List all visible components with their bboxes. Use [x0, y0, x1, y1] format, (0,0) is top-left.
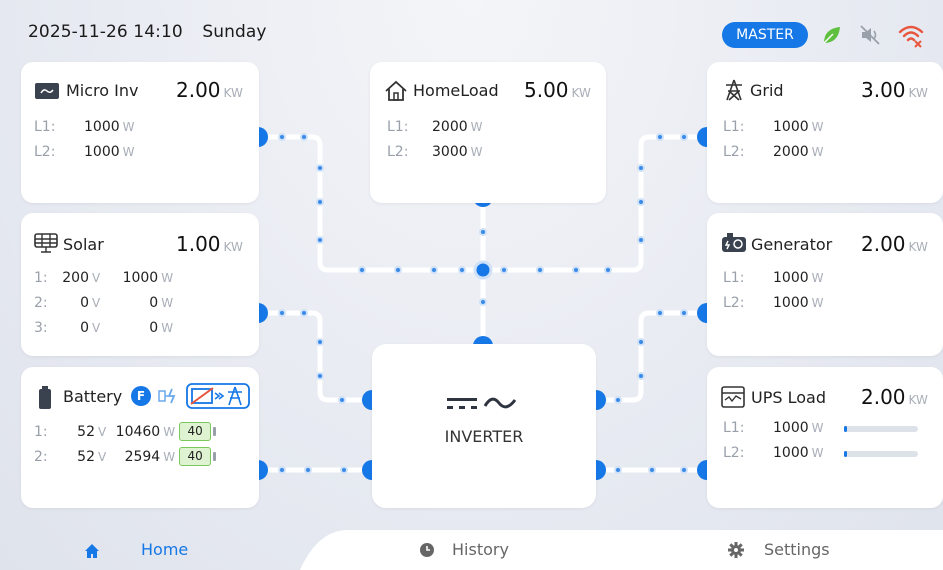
generator-card[interactable]: Generator 2.00 KW L1: 1000 W L2: 1000 W	[707, 213, 943, 356]
battery-row-1: 1: 52 V 10460 W 40	[34, 422, 217, 441]
inverter-dc-ac-icon	[447, 397, 517, 409]
micro-inv-card[interactable]: Micro Inv 2.00 KW L1: 1000 W L2: 1000 W	[21, 62, 259, 203]
ups-load-total: 2.00 KW	[861, 385, 928, 409]
solar-row-1: 1: 200 V 1000 W	[34, 270, 174, 286]
generator-row-l1: L1: 1000 W	[723, 270, 824, 286]
clock-icon[interactable]	[419, 542, 435, 558]
ups-load-row-l2: L2: 1000 W	[723, 445, 824, 461]
grid-row-l2: L2: 2000 W	[723, 144, 824, 160]
grid-tower-icon	[726, 79, 742, 101]
home-nav-icon[interactable]	[84, 543, 100, 559]
battery-soc-1: 40	[179, 422, 217, 441]
inverter-label: INVERTER	[444, 427, 524, 446]
solar-card[interactable]: Solar 1.00 KW 1: 200 V 1000 W 2: 0 V 0 W 3: 0 V 0 W	[21, 213, 259, 356]
gear-icon[interactable]	[728, 542, 744, 558]
wifi-error-icon[interactable]	[898, 22, 924, 48]
mute-icon[interactable]	[858, 22, 884, 48]
micro-inv-row-l1: L1: 1000 W	[34, 119, 135, 135]
battery-title: Battery	[63, 387, 123, 406]
nav-history-label[interactable]: History	[452, 540, 509, 559]
ups-load-row-l1: L1: 1000 W	[723, 420, 824, 436]
battery-soc-2: 40	[179, 447, 217, 466]
grid-title: Grid	[750, 81, 784, 100]
micro-inv-total: 2.00 KW	[176, 78, 243, 102]
ups-load-bar-l1-fill	[844, 426, 847, 432]
micro-inv-title: Micro Inv	[66, 81, 139, 100]
generator-row-l2: L2: 1000 W	[723, 295, 824, 311]
ups-load-title: UPS Load	[751, 388, 826, 407]
micro-inv-row-l2: L2: 1000 W	[34, 144, 135, 160]
status-bar: 2025-11-26 14:10 Sunday MASTER	[0, 0, 943, 60]
solar-title: Solar	[63, 235, 104, 254]
homeload-title: HomeLoad	[413, 81, 499, 100]
bottom-nav: Home History Settings	[0, 528, 943, 570]
ups-load-bar-l1	[844, 426, 918, 432]
homeload-total: 5.00 KW	[524, 78, 591, 102]
ups-load-bar-l2-fill	[844, 451, 847, 457]
battery-f-badge[interactable]: F	[131, 386, 151, 406]
homeload-card[interactable]: HomeLoad 5.00 KW L1: 2000 W L2: 3000 W	[370, 62, 606, 203]
grid-card[interactable]: Grid 3.00 KW L1: 1000 W L2: 2000 W	[707, 62, 943, 203]
battery-icon	[39, 386, 51, 409]
ups-load-bar-l2	[844, 451, 918, 457]
generator-title: Generator	[751, 235, 833, 254]
eco-leaf-icon[interactable]	[818, 22, 844, 48]
inverter-card[interactable]	[372, 344, 596, 508]
ups-load-card[interactable]: UPS Load 2.00 KW L1: 1000 W L2: 1000 W	[707, 367, 943, 508]
solar-row-3: 3: 0 V 0 W	[34, 320, 174, 336]
battery-row-2: 2: 52 V 2594 W 40	[34, 447, 217, 466]
date-time: 2025-11-26 14:10 Sunday	[28, 22, 281, 42]
nav-settings-label[interactable]: Settings	[764, 540, 830, 559]
battery-charge-status-icon[interactable]	[155, 385, 183, 407]
battery-to-grid-icon[interactable]	[186, 383, 250, 409]
weekday-text: Sunday	[202, 22, 267, 42]
generator-total: 2.00 KW	[861, 232, 928, 256]
home-icon	[385, 80, 407, 101]
solar-total: 1.00 KW	[176, 232, 243, 256]
generator-icon	[722, 233, 746, 252]
nav-home-label[interactable]: Home	[141, 540, 188, 559]
grid-total: 3.00 KW	[861, 78, 928, 102]
micro-inverter-icon	[35, 83, 59, 99]
grid-row-l1: L1: 1000 W	[723, 119, 824, 135]
battery-card[interactable]: Battery F 1: 52 V 10460 W 40 2: 52 V 2594 W 40	[21, 367, 259, 508]
homeload-row-l2: L2: 3000 W	[387, 144, 483, 160]
master-badge[interactable]: MASTER	[722, 22, 808, 48]
homeload-row-l1: L1: 2000 W	[387, 119, 483, 135]
ups-icon	[721, 386, 745, 408]
solar-panel-icon	[34, 233, 58, 253]
date-text: 2025-11-26 14:10	[28, 22, 183, 42]
solar-row-2: 2: 0 V 0 W	[34, 295, 174, 311]
